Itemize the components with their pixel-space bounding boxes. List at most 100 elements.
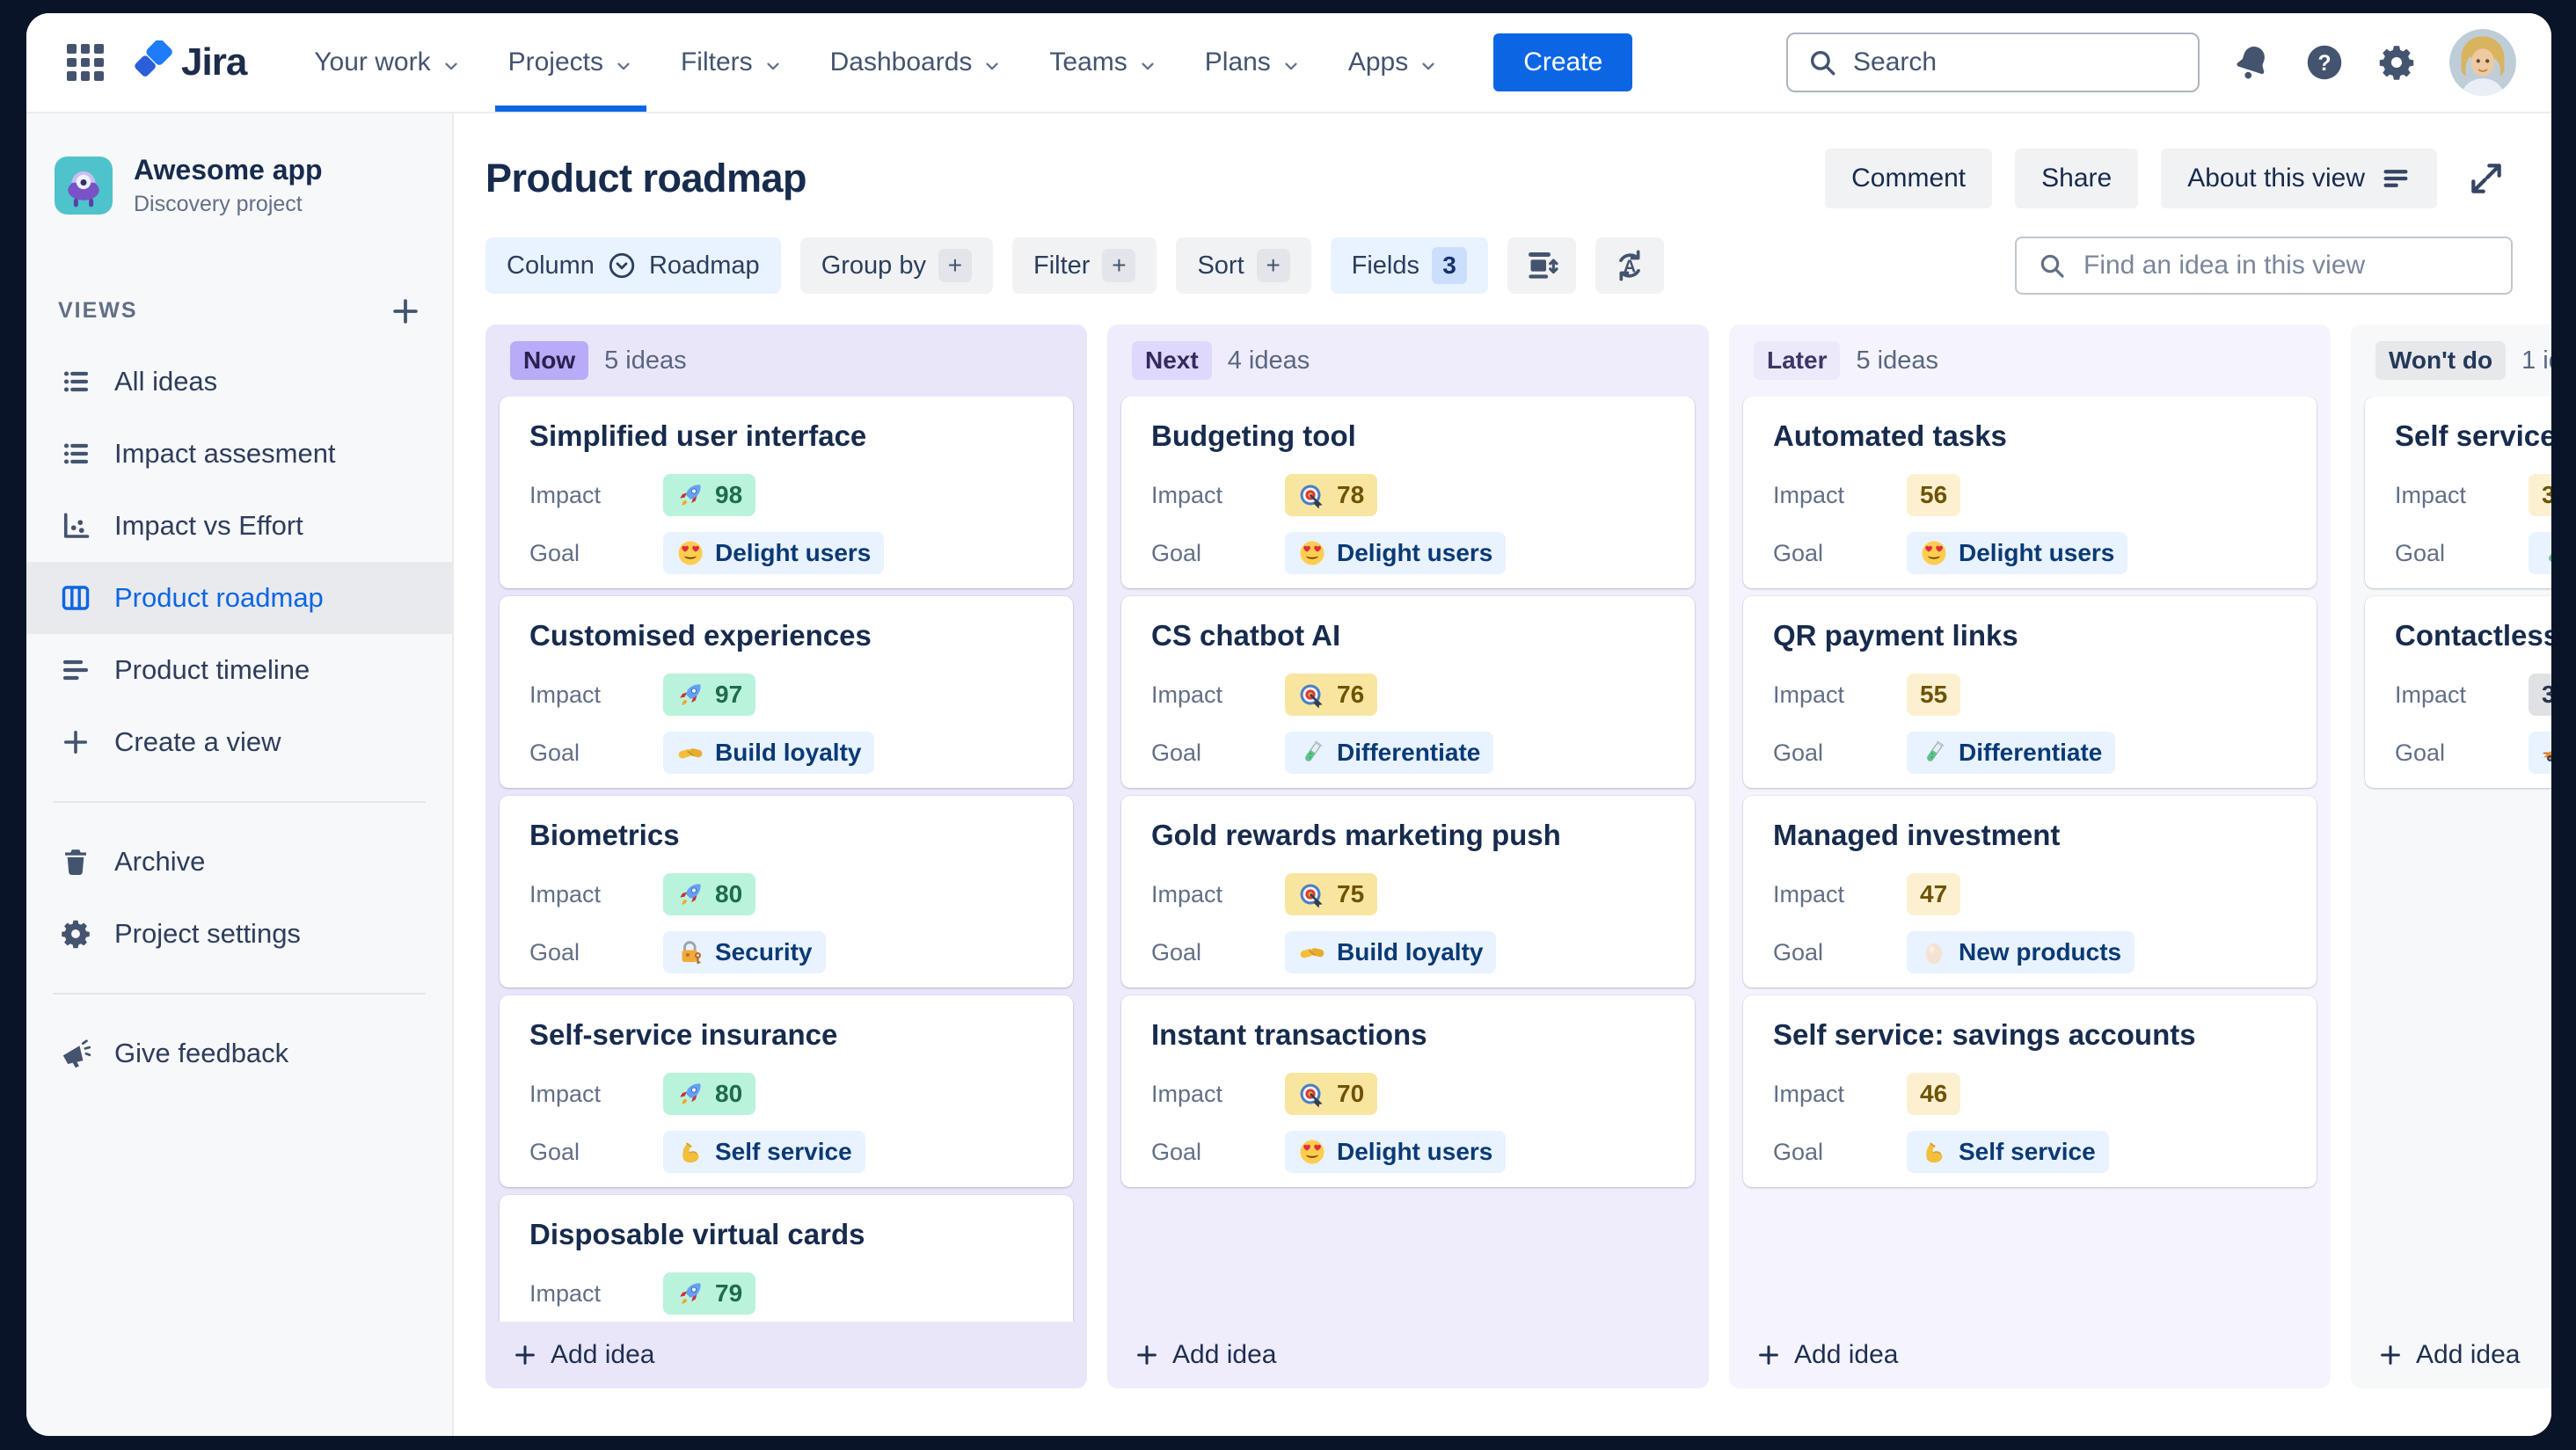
field-label: Goal bbox=[1773, 938, 1824, 965]
card-field-row: Impact 46 bbox=[1773, 1073, 2287, 1115]
idea-card[interactable]: Simplified user interface Impact 98 Goal Del… bbox=[500, 397, 1073, 588]
field-label: Impact bbox=[529, 681, 602, 708]
field-value: 78 bbox=[1337, 481, 1365, 508]
nav-item-dashboards[interactable]: Dashboards bbox=[806, 13, 1026, 112]
find-idea-search[interactable] bbox=[2015, 237, 2513, 295]
project-meta: Awesome app Discovery project bbox=[134, 154, 323, 217]
board-column-wontdo: Won't do1 ideaSelf service:Impact36GoalC… bbox=[2351, 324, 2551, 1388]
group-by-chip[interactable]: Group by + bbox=[799, 237, 993, 294]
field-value: Delight users bbox=[1337, 1138, 1493, 1165]
column-selector-chip[interactable]: Column Roadmap bbox=[485, 237, 781, 294]
nav-item-teams[interactable]: Teams bbox=[1025, 13, 1180, 112]
add-idea-label: Add idea bbox=[2416, 1340, 2521, 1369]
share-button[interactable]: Share bbox=[2015, 149, 2139, 208]
plus-icon: + bbox=[938, 249, 972, 282]
idea-card[interactable]: Customised experiences Impact 97 Goal Build … bbox=[500, 596, 1073, 788]
idea-card[interactable]: CS chatbot AI Impact 76 Goal Differentiate bbox=[1121, 596, 1695, 788]
field-value: Security bbox=[715, 938, 813, 965]
add-idea-button[interactable]: Add idea bbox=[2351, 1322, 2551, 1388]
about-this-view-button[interactable]: About this view bbox=[2161, 149, 2437, 208]
nav-item-label: Dashboards bbox=[829, 47, 973, 77]
nav-item-your-work[interactable]: Your work bbox=[290, 13, 484, 112]
sidebar-item-label: Product roadmap bbox=[114, 581, 324, 613]
notifications-bell-icon[interactable] bbox=[2233, 43, 2272, 82]
card-field-row: Goal New products bbox=[1773, 931, 2287, 973]
impact-badge: 75 bbox=[1285, 873, 1378, 915]
idea-card[interactable]: Disposable virtual cards Impact 79 bbox=[500, 1195, 1073, 1322]
settings-gear-icon[interactable] bbox=[2377, 43, 2416, 82]
help-icon[interactable]: ? bbox=[2305, 43, 2344, 82]
column-header: Now 5 ideas bbox=[485, 324, 1087, 397]
nav-menu: Your work Projects Filters Dashboards Teams P… bbox=[290, 13, 1462, 112]
card-field-row: Impact 30 bbox=[2395, 674, 2551, 716]
nav-item-filters[interactable]: Filters bbox=[657, 13, 806, 112]
user-avatar[interactable] bbox=[2449, 29, 2516, 96]
app-switcher-icon[interactable] bbox=[67, 44, 104, 81]
align-lines-icon bbox=[2381, 164, 2411, 193]
idea-card[interactable]: Gold rewards marketing push Impact 75 Goal B… bbox=[1121, 796, 1695, 987]
field-value: 36 bbox=[2542, 481, 2551, 508]
nav-item-apps[interactable]: Apps bbox=[1324, 13, 1462, 112]
sort-chip[interactable]: Sort + bbox=[1176, 237, 1311, 294]
fullscreen-button[interactable] bbox=[2460, 149, 2513, 208]
add-idea-button[interactable]: Add idea bbox=[1107, 1322, 1709, 1388]
nav-item-label: Apps bbox=[1347, 47, 1409, 77]
idea-card[interactable]: Instant transactions Impact 70 Goal Delight … bbox=[1121, 995, 1695, 1187]
field-label: Goal bbox=[2395, 539, 2446, 566]
heart-eyes-emoji-icon bbox=[1298, 539, 1326, 567]
sidebar-item-product-roadmap[interactable]: Product roadmap bbox=[26, 561, 452, 634]
field-label: Goal bbox=[1151, 739, 1202, 766]
nav-item-projects[interactable]: Projects bbox=[485, 13, 657, 112]
idea-card[interactable]: Biometrics Impact 80 Goal Security bbox=[500, 796, 1073, 987]
sidebar-item-create-a-view[interactable]: Create a view bbox=[26, 706, 452, 778]
idea-card[interactable]: Self service: savings accounts Impact 46 Go… bbox=[1743, 995, 2317, 1187]
global-search-input[interactable] bbox=[1851, 47, 2178, 78]
board-column-now: Now 5 ideas Simplified user interface Impac… bbox=[485, 324, 1087, 1388]
sidebar-item-project-settings[interactable]: Project settings bbox=[26, 898, 452, 970]
idea-card[interactable]: QR payment links Impact 55 Goal Differentiat… bbox=[1743, 596, 2317, 788]
field-value: Differentiate bbox=[1337, 739, 1481, 766]
goal-badge: Delight users bbox=[1907, 532, 2128, 574]
column-idea-count: 5 ideas bbox=[604, 346, 687, 375]
sidebar-item-product-timeline[interactable]: Product timeline bbox=[26, 634, 452, 706]
add-idea-label: Add idea bbox=[551, 1340, 655, 1369]
nav-item-plans[interactable]: Plans bbox=[1181, 13, 1324, 112]
sidebar-tools-list: Archive Project settings bbox=[26, 826, 452, 970]
card-field-row: Impact 76 bbox=[1151, 674, 1665, 716]
sidebar-item-archive[interactable]: Archive bbox=[26, 826, 452, 898]
idea-card[interactable]: Managed investment Impact 47 Goal New produc… bbox=[1743, 796, 2317, 987]
add-idea-button[interactable]: Add idea bbox=[1729, 1322, 2331, 1388]
global-search[interactable] bbox=[1786, 33, 2200, 92]
field-label: Goal bbox=[1151, 1138, 1202, 1165]
project-type: Discovery project bbox=[134, 191, 303, 216]
idea-card[interactable]: Self-service insurance Impact 80 Goal Self s… bbox=[500, 995, 1073, 1187]
add-view-icon[interactable] bbox=[389, 295, 422, 328]
card-field-row: Goal bbox=[2395, 532, 2551, 574]
idea-card[interactable]: Automated tasks Impact 56 Goal Delight users bbox=[1743, 397, 2317, 588]
comment-button[interactable]: Comment bbox=[1825, 149, 1993, 208]
plus-icon bbox=[1134, 1342, 1160, 1368]
sidebar-item-impact-vs-effort[interactable]: Impact vs Effort bbox=[26, 490, 452, 562]
card-density-button[interactable] bbox=[1507, 237, 1576, 294]
sidebar-item-impact-assesment[interactable]: Impact assesment bbox=[26, 418, 452, 490]
roadmap-board: Now 5 ideas Simplified user interface Impac… bbox=[485, 324, 2551, 1388]
sidebar-item-give-feedback[interactable]: Give feedback bbox=[26, 1017, 452, 1089]
project-header[interactable]: Awesome app Discovery project bbox=[26, 154, 452, 217]
idea-card[interactable]: Self service: Impact 36 Goal bbox=[2365, 397, 2551, 588]
find-idea-input[interactable] bbox=[2082, 250, 2490, 281]
scatter-icon bbox=[60, 510, 91, 542]
add-idea-label: Add idea bbox=[1172, 1340, 1277, 1369]
board-column-next: Next 4 ideas Budgeting tool Impact 78 Goal Del… bbox=[1107, 324, 1709, 1388]
jira-logo[interactable]: Jira bbox=[130, 39, 247, 84]
idea-card[interactable]: Contactless Impact 30 Goal bbox=[2365, 596, 2551, 788]
sidebar-item-all-ideas[interactable]: All ideas bbox=[26, 346, 452, 418]
idea-card[interactable]: Budgeting tool Impact 78 Goal Delight users bbox=[1121, 397, 1695, 588]
add-idea-button[interactable]: Add idea bbox=[485, 1322, 1087, 1388]
sort-alphabetical-button[interactable]: A bbox=[1594, 237, 1664, 294]
fields-chip[interactable]: Fields 3 bbox=[1330, 237, 1488, 294]
filter-chip[interactable]: Filter + bbox=[1011, 237, 1157, 294]
field-value: 98 bbox=[715, 481, 743, 508]
create-button[interactable]: Create bbox=[1493, 33, 1633, 91]
sidebar-divider bbox=[53, 992, 426, 995]
card-field-row: Goal bbox=[2395, 732, 2551, 774]
